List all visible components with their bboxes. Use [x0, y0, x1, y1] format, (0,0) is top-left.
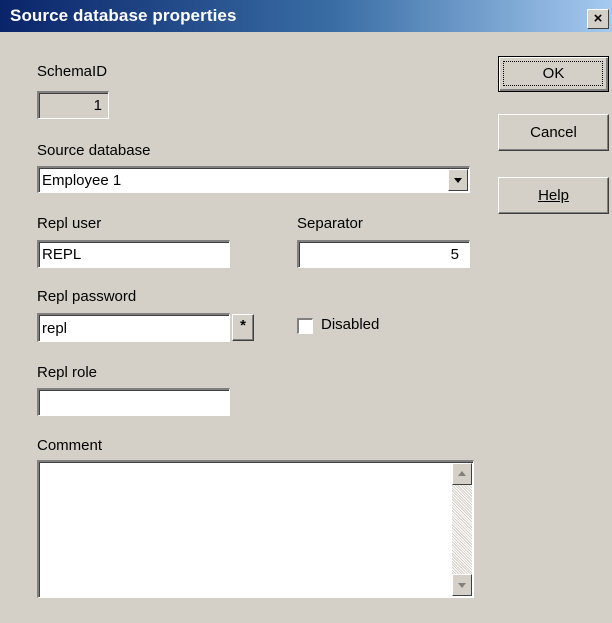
- comment-label: Comment: [37, 437, 103, 454]
- repl-role-input[interactable]: [37, 388, 230, 416]
- disabled-checkbox-label[interactable]: Disabled: [321, 316, 379, 333]
- cancel-button[interactable]: Cancel: [498, 114, 609, 151]
- schema-id-label: SchemaID: [37, 63, 108, 80]
- source-database-dropdown-button[interactable]: [448, 169, 468, 191]
- help-button-label: Help: [538, 187, 569, 204]
- source-database-value: Employee 1: [42, 172, 122, 189]
- close-button[interactable]: ×: [587, 9, 609, 29]
- comment-scrollbar[interactable]: [452, 463, 472, 596]
- scroll-down-arrow-icon: [458, 583, 466, 588]
- repl-password-value: repl: [42, 320, 68, 337]
- help-button[interactable]: Help: [498, 177, 609, 214]
- repl-user-label: Repl user: [37, 215, 102, 232]
- separator-input[interactable]: 5: [297, 240, 470, 268]
- source-database-select[interactable]: Employee 1: [37, 166, 470, 193]
- chevron-down-icon: [454, 178, 462, 183]
- ok-focus-ring: [503, 61, 603, 86]
- repl-user-input[interactable]: REPL: [37, 240, 230, 268]
- repl-role-label: Repl role: [37, 364, 98, 381]
- title-bar[interactable]: Source database properties ×: [0, 0, 612, 32]
- scroll-up-arrow-icon: [458, 471, 466, 476]
- asterisk-icon: *: [240, 317, 246, 334]
- repl-user-value: REPL: [42, 246, 82, 263]
- cancel-button-label: Cancel: [530, 124, 577, 141]
- scroll-up-button[interactable]: [452, 463, 472, 485]
- dialog-window: Source database properties × OK Cancel H…: [0, 0, 612, 623]
- schema-id-value: 1: [93, 97, 102, 114]
- disabled-checkbox[interactable]: [297, 318, 313, 334]
- comment-textarea[interactable]: [37, 460, 474, 598]
- schema-id-field: 1: [37, 91, 109, 119]
- repl-password-label: Repl password: [37, 288, 137, 305]
- source-database-label: Source database: [37, 142, 151, 159]
- show-password-button[interactable]: *: [232, 314, 254, 341]
- window-title: Source database properties: [10, 6, 237, 25]
- separator-value: 5: [450, 246, 459, 263]
- ok-button[interactable]: OK: [498, 56, 609, 92]
- repl-password-input[interactable]: repl: [37, 313, 230, 342]
- scroll-down-button[interactable]: [452, 574, 472, 596]
- separator-label: Separator: [297, 215, 363, 232]
- close-icon: ×: [593, 10, 603, 27]
